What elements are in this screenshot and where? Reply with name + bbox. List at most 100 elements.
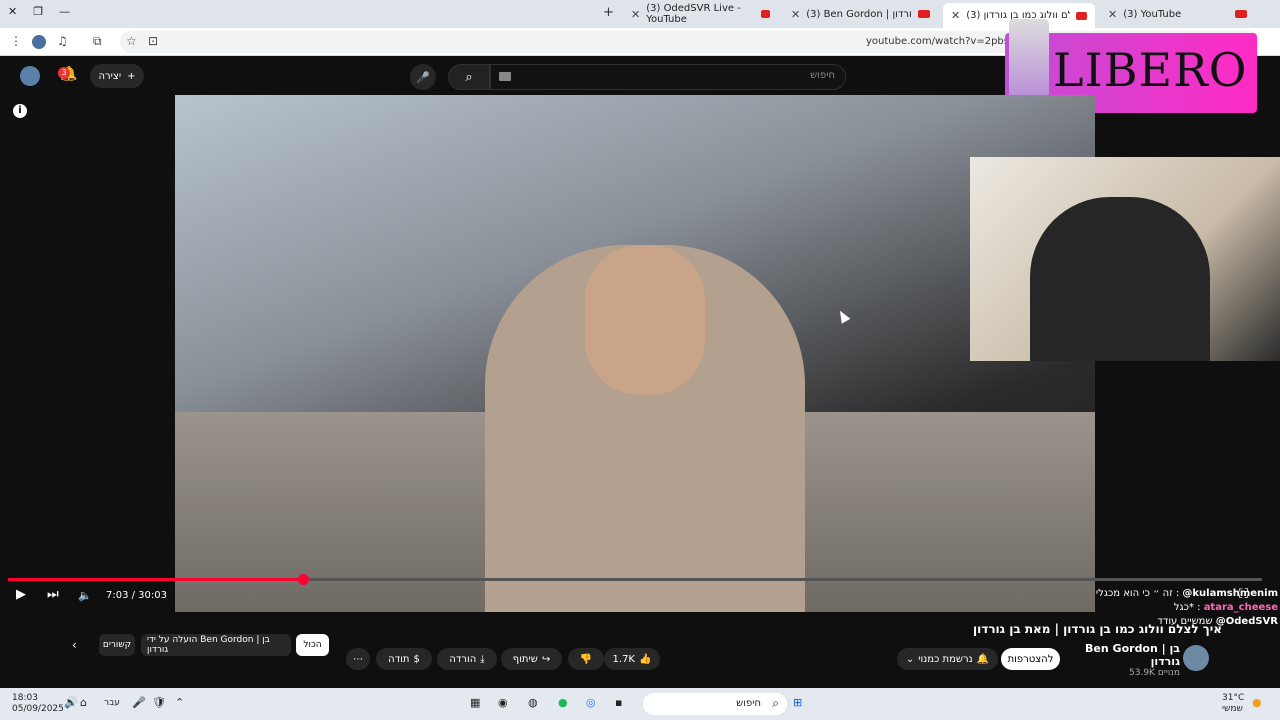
chat-text: כגל* xyxy=(1173,602,1194,613)
profile-icon[interactable] xyxy=(32,35,46,49)
account-avatar[interactable] xyxy=(20,66,40,86)
join-label: להצטרפות xyxy=(1007,653,1054,665)
spotify-app-icon[interactable]: ● xyxy=(558,696,568,709)
mic-tray-icon[interactable]: 🎤 xyxy=(132,696,146,709)
libero-logo-text: LIBERO xyxy=(1053,43,1248,97)
calculator-app-icon[interactable]: ▦ xyxy=(470,696,480,709)
discord-app-icon[interactable]: ◉ xyxy=(498,696,508,709)
close-tab-icon[interactable]: ✕ xyxy=(951,9,960,22)
thumbs-down-icon: 👎 xyxy=(579,653,593,665)
tab-odedsvr[interactable]: ✕ (3) OdedSVR Live - YouTube xyxy=(623,3,778,25)
share-label: שיתוף xyxy=(512,653,538,665)
close-window-icon[interactable]: ✕ xyxy=(8,5,17,18)
files-app-icon[interactable]: ▪ xyxy=(615,696,622,709)
minimize-window-icon[interactable]: — xyxy=(59,5,70,18)
streamer-webcam xyxy=(970,157,1280,361)
media-icon[interactable]: ♫ xyxy=(57,34,68,48)
channel-info[interactable]: Ben Gordon | בן גורדון 53.9K מנויים xyxy=(1060,642,1180,678)
network-icon[interactable]: ⌂ xyxy=(80,696,87,709)
thumbs-up-icon: 👍 xyxy=(639,653,652,665)
restore-window-icon[interactable]: ❐ xyxy=(33,5,43,18)
video-title: איך לצלם וולוג כמו בן גורדון | מאת בן גו… xyxy=(973,622,1222,636)
security-icon[interactable]: 🛡 xyxy=(152,696,166,709)
scrubber-handle[interactable] xyxy=(297,574,309,585)
create-label: יצירה xyxy=(98,70,122,82)
close-tab-icon[interactable]: ✕ xyxy=(1108,8,1117,21)
channel-name[interactable]: Ben Gordon | בן גורדון xyxy=(1060,642,1180,668)
download-icon: ⤓ xyxy=(480,653,485,665)
app-icon[interactable]: ◍ xyxy=(528,696,538,709)
notification-center-icon[interactable]: ● xyxy=(1252,696,1262,709)
chat-text: זה ״ כי הוא מכגלי xyxy=(1095,588,1173,599)
dollar-icon: $ xyxy=(413,653,420,665)
subscribed-button[interactable]: ⌄ נרשמת כמנוי 🔔 xyxy=(897,648,998,670)
youtube-icon xyxy=(760,10,770,18)
thanks-label: תודה xyxy=(388,653,410,665)
like-count: 1.7K xyxy=(612,653,635,665)
bookmark-star-icon[interactable]: ☆ xyxy=(126,34,137,48)
more-actions-button[interactable]: ⋯ xyxy=(346,648,370,670)
clock[interactable]: 18:03 05/09/2025 xyxy=(12,693,64,715)
menu-dots-icon[interactable]: ⋮ xyxy=(10,34,22,48)
download-label: הורדה xyxy=(449,653,477,665)
new-tab-icon[interactable]: + xyxy=(603,5,614,20)
subscriber-count: 53.9K מנויים xyxy=(1129,668,1180,678)
create-button[interactable]: יצירה + xyxy=(90,64,144,88)
browser-tab-bar: ✕ ❐ — + ✕ (3) OdedSVR Live - YouTube ✕ (… xyxy=(0,0,1280,28)
info-icon[interactable]: i xyxy=(13,104,27,118)
video-frame[interactable] xyxy=(175,95,1095,612)
dislike-button[interactable]: 👎 xyxy=(568,648,604,670)
close-tab-icon[interactable]: ✕ xyxy=(791,8,800,21)
os-taskbar: 18:03 05/09/2025 🔊 ⌂ עבר 🎤 🛡 ⌃ ▦ ◉ ◍ ● ◎… xyxy=(0,688,1280,720)
chat-user: atara_cheese xyxy=(1203,602,1278,613)
language-indicator[interactable]: עבר xyxy=(104,698,120,708)
tray-expand-icon[interactable]: ⌃ xyxy=(175,696,184,709)
youtube-icon xyxy=(918,10,930,18)
video-progress-bar[interactable] xyxy=(8,574,1262,585)
voice-search-icon[interactable]: 🎤 xyxy=(410,64,436,90)
tab-youtube[interactable]: ✕ (3) YouTube xyxy=(1100,3,1255,25)
chat-message: זה ״ כי הוא מכגלי : @kulamshmenim xyxy=(1095,588,1278,599)
weather-widget[interactable]: 31°C שמשי xyxy=(1222,693,1244,715)
next-icon[interactable]: ⏭ xyxy=(47,587,59,602)
keyboard-icon[interactable] xyxy=(499,72,511,81)
download-button[interactable]: הורדה ⤓ xyxy=(437,648,497,670)
vlogger-head xyxy=(585,245,705,395)
chip-related[interactable]: קשורים xyxy=(99,634,135,656)
windows-start-icon[interactable]: ⊞ xyxy=(793,696,802,709)
chips-prev-icon[interactable]: ‹ xyxy=(72,638,77,652)
search-button[interactable]: ⌕ xyxy=(448,64,490,90)
window-controls: ✕ ❐ — xyxy=(8,5,70,18)
volume-icon[interactable]: 🔈 xyxy=(78,589,92,602)
chrome-app-icon[interactable]: ◎ xyxy=(586,696,596,709)
tab-ben-gordon[interactable]: ✕ (3) Ben Gordon | בן גורדון - YouTube xyxy=(783,3,938,25)
share-icon: ↪ xyxy=(541,653,551,665)
play-icon[interactable]: ▶ xyxy=(16,587,26,602)
temperature: 31°C xyxy=(1222,693,1245,703)
like-button[interactable]: 1.7K 👍 xyxy=(604,648,660,670)
extensions-icon[interactable]: ⧉ xyxy=(93,34,102,49)
more-dots-icon: ⋯ xyxy=(353,653,363,665)
tab-search-icon[interactable]: ⊡ xyxy=(148,34,158,48)
youtube-icon xyxy=(1075,11,1087,20)
notification-count-badge: 3 xyxy=(58,67,70,79)
speaker-icon[interactable]: 🔊 xyxy=(64,696,78,709)
chat-user: @kulamshmenim xyxy=(1182,588,1278,599)
streamer-figure xyxy=(1030,197,1210,361)
taskbar-search[interactable]: חיפוש ⌕ xyxy=(643,693,787,715)
tab-label: (3) OdedSVR Live - YouTube xyxy=(646,3,741,25)
close-tab-icon[interactable]: ✕ xyxy=(631,8,640,21)
channel-avatar[interactable] xyxy=(1183,645,1209,671)
search-input[interactable]: חיפוש xyxy=(490,64,846,90)
time-display: 7:03 / 30:03 xyxy=(106,590,168,601)
chat-user: @OdedSVR xyxy=(1215,616,1278,627)
tab-label: (3) YouTube xyxy=(1123,8,1182,20)
join-button[interactable]: להצטרפות xyxy=(1001,648,1060,670)
subscribed-label: נרשמת כמנוי xyxy=(918,653,973,665)
bell-icon: 🔔 xyxy=(976,653,990,665)
share-button[interactable]: שיתוף ↪ xyxy=(501,648,562,670)
chat-message: כגל* : atara_cheese xyxy=(1173,602,1278,613)
chip-all[interactable]: הכול xyxy=(296,634,329,656)
chip-uploaded-by[interactable]: הועלה על ידי Ben Gordon | בן גורדון xyxy=(141,634,291,656)
thanks-button[interactable]: תודה $ xyxy=(376,648,432,670)
